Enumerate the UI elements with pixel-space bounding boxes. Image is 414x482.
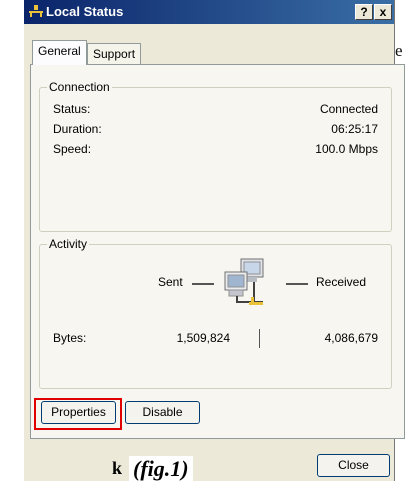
activity-group-title: Activity xyxy=(47,237,90,251)
page-text-fragment: e xyxy=(395,41,403,60)
close-icon[interactable]: x xyxy=(374,4,392,20)
bytes-label: Bytes: xyxy=(53,331,87,345)
local-status-dialog: Local Status ? x General Support Connect… xyxy=(23,0,405,481)
tab-support[interactable]: Support xyxy=(87,43,142,65)
tab-panel-general: Connection Status: Connected Duration: 0… xyxy=(30,64,405,439)
status-label: Status: xyxy=(53,102,91,116)
duration-value: 06:25:17 xyxy=(331,122,378,136)
bytes-divider xyxy=(259,329,260,348)
speed-value: 100.0 Mbps xyxy=(315,142,378,156)
title-bar[interactable]: Local Status ? x xyxy=(24,0,394,24)
connection-group: Connection Status: Connected Duration: 0… xyxy=(39,80,392,232)
duration-label: Duration: xyxy=(53,122,102,136)
highlight-box xyxy=(34,398,122,430)
help-button[interactable]: ? xyxy=(355,4,373,20)
tab-general[interactable]: General xyxy=(32,40,87,65)
bytes-received-value: 4,086,679 xyxy=(324,331,378,345)
caption-fragment: k xyxy=(112,458,123,478)
network-icon xyxy=(29,5,43,17)
figure-caption: (fig.1) xyxy=(129,456,193,482)
network-computers-icon xyxy=(224,258,264,305)
received-label: Received xyxy=(316,275,367,289)
close-button[interactable]: Close xyxy=(317,454,390,477)
status-value: Connected xyxy=(319,102,378,116)
window-title: Local Status xyxy=(46,4,124,19)
received-line xyxy=(286,283,308,285)
disable-button[interactable]: Disable xyxy=(125,401,200,424)
bytes-sent-value: 1,509,824 xyxy=(176,331,230,345)
sent-label: Sent xyxy=(158,275,183,289)
sent-line xyxy=(192,283,214,285)
connection-group-title: Connection xyxy=(47,80,112,94)
activity-group: Activity Sent Received Bytes: 1,509,824 … xyxy=(39,237,392,389)
speed-label: Speed: xyxy=(53,142,92,156)
